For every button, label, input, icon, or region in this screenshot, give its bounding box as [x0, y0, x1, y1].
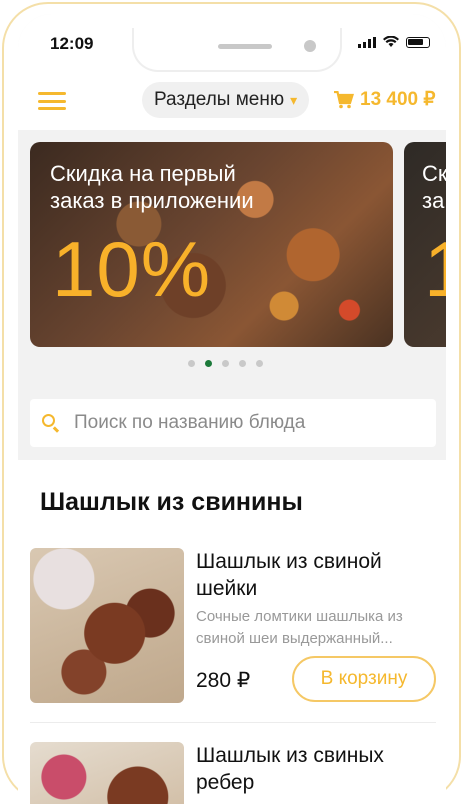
phone-frame: 12:09 Разделы меню ▾ 13 400 ₽ Скидка на …	[0, 0, 465, 804]
wifi-icon	[383, 36, 399, 47]
promo-banner[interactable]: Скидка на первый заказ в приложении 10%	[30, 142, 393, 347]
carousel-dots	[188, 360, 263, 367]
dish-price: 280 ₽	[196, 669, 251, 692]
carousel-dot[interactable]	[239, 360, 246, 367]
carousel-dot[interactable]	[222, 360, 229, 367]
shopping-cart-icon	[334, 90, 354, 108]
promo-banner-discount: 10%	[52, 225, 212, 313]
carousel-dot[interactable]	[188, 360, 195, 367]
cellular-signal-icon	[358, 37, 376, 48]
dish-name: Шашлык из свиных ребер	[196, 744, 384, 794]
dish-image[interactable]	[30, 548, 184, 703]
promo-banner-next-discount: 1	[424, 225, 446, 313]
dish-name: Шашлык из свиной шейки	[196, 550, 382, 600]
chevron-down-icon: ▾	[290, 91, 298, 108]
menu-content: Шашлык из свинины Шашлык из свиной шейки…	[18, 460, 446, 804]
menu-sections-label: Разделы меню	[154, 89, 285, 110]
search-bar	[30, 399, 436, 447]
category-title: Шашлык из свинины	[40, 488, 303, 516]
add-to-cart-button[interactable]: В корзину	[292, 656, 436, 702]
front-camera	[304, 40, 316, 52]
hamburger-menu-icon[interactable]	[38, 92, 66, 110]
carousel-dot[interactable]	[256, 360, 263, 367]
menu-sections-dropdown[interactable]: Разделы меню ▾	[142, 82, 310, 118]
dish-description: Сочные ломтики шашлыка из свиной шеи выд…	[196, 608, 403, 647]
promo-banner-next[interactable]: Ск за 1	[404, 142, 446, 347]
app-screen: 12:09 Разделы меню ▾ 13 400 ₽ Скидка на …	[18, 14, 446, 804]
battery-icon	[406, 37, 430, 48]
promo-banner-next-text: Ск за	[422, 161, 446, 213]
device-notch	[132, 28, 342, 72]
cart-total: 13 400 ₽	[360, 89, 436, 110]
carousel-dot-active[interactable]	[205, 360, 212, 367]
app-header: Разделы меню ▾ 13 400 ₽	[18, 70, 446, 130]
promo-banner-text: Скидка на первый заказ в приложении	[50, 161, 254, 213]
divider	[30, 722, 436, 723]
dish-image[interactable]	[30, 742, 184, 804]
cart-button[interactable]: 13 400 ₽	[334, 88, 435, 111]
status-icons	[358, 36, 430, 48]
search-input[interactable]	[72, 411, 426, 435]
search-icon	[42, 414, 55, 427]
speaker-grille	[218, 44, 272, 49]
status-time: 12:09	[50, 34, 94, 53]
